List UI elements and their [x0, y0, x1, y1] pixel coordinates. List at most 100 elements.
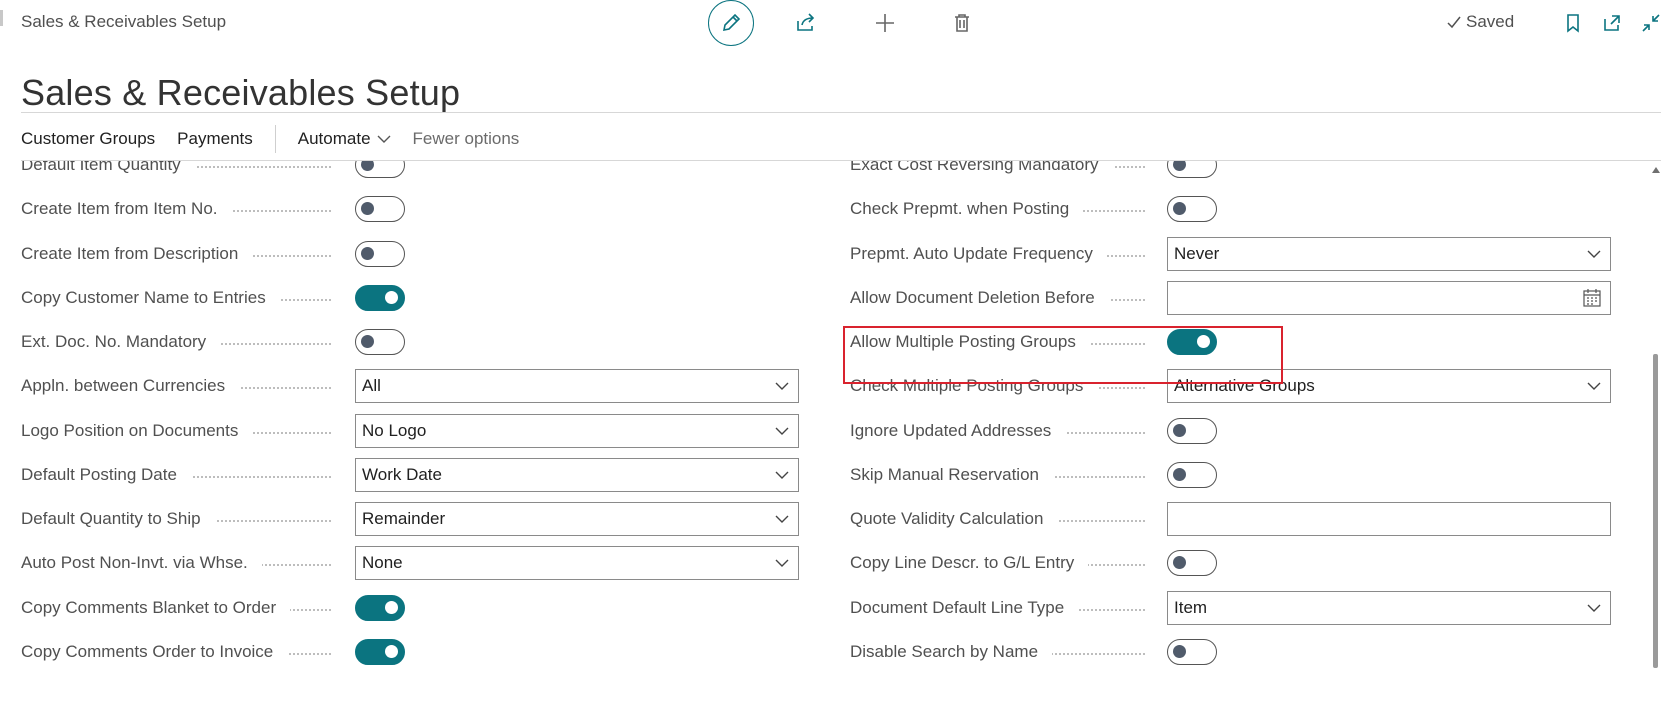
quote-validity-calculation-text-field[interactable]	[1167, 502, 1611, 536]
default-quantity-to-ship-dropdown[interactable]: Remainder	[355, 502, 799, 536]
field-label-wrap: Ignore Updated Addresses	[850, 413, 1066, 449]
field-label-wrap: Copy Line Descr. to G/L Entry	[850, 545, 1089, 581]
pencil-icon	[722, 13, 741, 32]
field-label-wrap: Appln. between Currencies	[21, 368, 240, 404]
prepmt-auto-update-frequency-dropdown[interactable]: Never	[1167, 237, 1611, 271]
automate-menu[interactable]: Automate	[298, 129, 391, 149]
scroll-up-arrow-icon[interactable]	[1652, 167, 1660, 173]
dropdown-value: Never	[1174, 244, 1220, 263]
field-label: Prepmt. Auto Update Frequency	[850, 244, 1107, 264]
field-control	[1167, 457, 1217, 493]
field-control	[1167, 413, 1217, 449]
bookmark-button[interactable]	[1554, 4, 1592, 42]
dropdown-value: Remainder	[362, 509, 446, 528]
toggle-knob	[1173, 556, 1186, 569]
toggle-knob	[361, 202, 374, 215]
field-label: Copy Comments Order to Invoice	[21, 642, 288, 662]
collapse-icon	[1642, 14, 1660, 32]
collapse-button[interactable]	[1632, 4, 1661, 42]
copy-line-descr-to-g-l-entry-toggle[interactable]	[1167, 550, 1217, 576]
field-row-copy-comments-blanket-to-order: Copy Comments Blanket to Order	[21, 590, 801, 626]
edit-button[interactable]	[708, 0, 754, 46]
share-button[interactable]	[787, 4, 825, 42]
copy-comments-blanket-to-order-toggle[interactable]	[355, 595, 405, 621]
delete-button[interactable]	[943, 4, 981, 42]
copy-comments-order-to-invoice-toggle[interactable]	[355, 639, 405, 665]
dotted-leader	[181, 166, 331, 168]
logo-position-on-documents-dropdown[interactable]: No Logo	[355, 414, 799, 448]
create-item-from-description-toggle[interactable]	[355, 241, 405, 267]
field-control	[1167, 634, 1217, 670]
toggle-knob	[361, 161, 374, 171]
field-row-check-prepmt-when-posting: Check Prepmt. when Posting	[850, 191, 1630, 227]
window-title: Sales & Receivables Setup	[21, 12, 227, 31]
check-prepmt-when-posting-toggle[interactable]	[1167, 196, 1217, 222]
skip-manual-reservation-toggle[interactable]	[1167, 462, 1217, 488]
saved-status: Saved	[1446, 12, 1514, 32]
fewer-options-button[interactable]: Fewer options	[413, 129, 520, 149]
chevron-down-icon	[377, 135, 391, 143]
exact-cost-reversing-mandatory-toggle[interactable]	[1167, 161, 1217, 178]
field-label-wrap: Check Prepmt. when Posting	[850, 191, 1084, 227]
field-label-wrap: Allow Multiple Posting Groups	[850, 324, 1090, 360]
field-control: Work Date	[355, 457, 799, 493]
create-item-from-item-no-toggle[interactable]	[355, 196, 405, 222]
allow-document-deletion-before-date-field[interactable]	[1167, 281, 1611, 315]
saved-label: Saved	[1466, 12, 1515, 31]
field-label: Check Prepmt. when Posting	[850, 199, 1084, 219]
copy-customer-name-to-entries-toggle[interactable]	[355, 285, 405, 311]
chevron-down-icon	[775, 382, 789, 390]
checkmark-icon	[1447, 16, 1461, 29]
disable-search-by-name-toggle[interactable]	[1167, 639, 1217, 665]
field-row-logo-position-on-documents: Logo Position on Documents No Logo	[21, 413, 801, 449]
customer-groups-action[interactable]: Customer Groups	[21, 129, 155, 149]
default-posting-date-dropdown[interactable]: Work Date	[355, 458, 799, 492]
payments-action[interactable]: Payments	[177, 129, 253, 149]
field-row-auto-post-non-invt-via-whse: Auto Post Non-Invt. via Whse. None	[21, 545, 801, 581]
action-bar: Customer Groups Payments Automate Fewer …	[21, 124, 519, 154]
field-control	[355, 191, 405, 227]
field-control	[355, 236, 405, 272]
field-row-allow-document-deletion-before: Allow Document Deletion Before	[850, 280, 1630, 316]
vertical-scrollbar[interactable]	[1650, 161, 1661, 719]
auto-post-non-invt-via-whse-dropdown[interactable]: None	[355, 546, 799, 580]
default-item-quantity-toggle[interactable]	[355, 161, 405, 178]
calendar-icon[interactable]	[1582, 288, 1602, 308]
field-control: Never	[1167, 236, 1611, 272]
appln-between-currencies-dropdown[interactable]: All	[355, 369, 799, 403]
field-row-default-quantity-to-ship: Default Quantity to Ship Remainder	[21, 501, 801, 537]
scrollbar-thumb[interactable]	[1653, 354, 1658, 668]
field-row-prepmt-auto-update-frequency: Prepmt. Auto Update Frequency Never	[850, 236, 1630, 272]
field-label-wrap: Copy Comments Blanket to Order	[21, 590, 291, 626]
field-control	[355, 324, 405, 360]
general-fasttab-content: Default Item Quantity Create Item from It…	[0, 161, 1661, 719]
field-control	[1167, 324, 1217, 360]
allow-multiple-posting-groups-toggle[interactable]	[1167, 329, 1217, 355]
trash-icon	[955, 14, 969, 32]
field-row-create-item-from-description: Create Item from Description	[21, 236, 801, 272]
field-row-allow-multiple-posting-groups: Allow Multiple Posting Groups	[850, 324, 1630, 360]
open-new-window-button[interactable]	[1593, 4, 1631, 42]
field-row-disable-search-by-name: Disable Search by Name	[850, 634, 1630, 670]
field-control	[355, 634, 405, 670]
ext-doc-no-mandatory-toggle[interactable]	[355, 329, 405, 355]
field-row-ext-doc-no-mandatory: Ext. Doc. No. Mandatory	[21, 324, 801, 360]
field-label-wrap: Auto Post Non-Invt. via Whse.	[21, 545, 262, 581]
check-multiple-posting-groups-dropdown[interactable]: Alternative Groups	[1167, 369, 1611, 403]
document-default-line-type-dropdown[interactable]: Item	[1167, 591, 1611, 625]
field-row-default-item-quantity: Default Item Quantity	[21, 161, 801, 183]
plus-icon	[876, 14, 894, 32]
field-control	[1167, 161, 1217, 183]
chevron-down-icon	[775, 471, 789, 479]
field-control: None	[355, 545, 799, 581]
ignore-updated-addresses-toggle[interactable]	[1167, 418, 1217, 444]
new-button[interactable]	[866, 4, 904, 42]
chevron-down-icon	[1587, 382, 1601, 390]
field-label: Default Item Quantity	[21, 161, 195, 175]
field-label: Copy Comments Blanket to Order	[21, 598, 291, 618]
field-label-wrap: Quote Validity Calculation	[850, 501, 1058, 537]
field-row-create-item-from-item-no: Create Item from Item No.	[21, 191, 801, 227]
field-label: Copy Line Descr. to G/L Entry	[850, 553, 1089, 573]
field-label: Quote Validity Calculation	[850, 509, 1058, 529]
field-label-wrap: Document Default Line Type	[850, 590, 1079, 626]
